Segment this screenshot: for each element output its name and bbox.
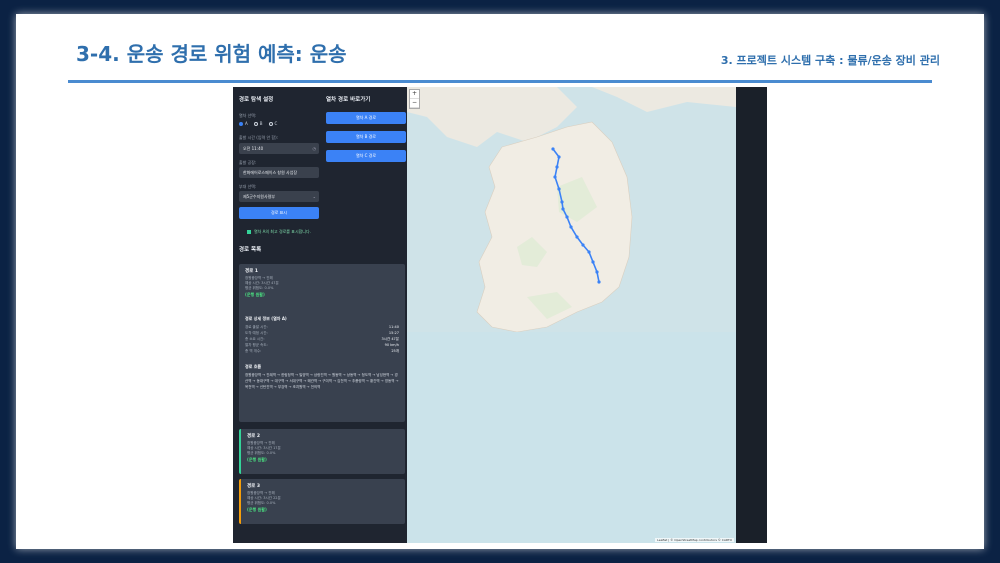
train-radio-group: A B C (239, 121, 277, 126)
route-card-3[interactable]: 경로 3 창원중앙역 → 진해 예상 시간: 3시간 22분 평균 위험도: 0… (239, 479, 405, 524)
clock-icon: ◷ (312, 146, 317, 151)
slide-subtitle: 3. 프로젝트 시스템 구축 : 물류/운송 장비 관리 (720, 54, 940, 67)
detail-key: 총 역 개수: (245, 349, 262, 353)
route-map[interactable]: + − Leaflet | © OpenStreetMap contributo… (407, 87, 736, 543)
unit-label: 부대 선택: (239, 184, 257, 189)
radio-train-c[interactable]: C (268, 121, 278, 126)
route-line: 평균 위험도: 0.0% (247, 501, 276, 505)
route-title: 경로 2 (247, 434, 260, 439)
route-card-1[interactable]: 경로 1 창원중앙역 → 진해 예상 시간: 3시간 47분 평균 위험도: 0… (239, 264, 405, 422)
radio-label: B (259, 121, 263, 126)
settings-heading: 경로 탐색 설정 (239, 97, 274, 103)
map-attribution[interactable]: Leaflet | © OpenStreetMap contributors ©… (655, 538, 734, 542)
slide-title: 3-4. 운송 경로 위험 예측: 운송 (76, 42, 347, 66)
origin-input[interactable]: 한화에어로스페이스 창원 사업장 (239, 167, 319, 178)
time-label: 출발 시간 (입력 안 함): (239, 135, 278, 140)
radio-dot (268, 121, 273, 126)
detail-row: 총 역 개수: 25개 (245, 348, 399, 354)
radio-label: A (245, 121, 248, 126)
detail-value: 25개 (391, 349, 399, 353)
zoom-out-button[interactable]: − (410, 99, 419, 108)
station-flow: 창원중앙역 → 진례역 → 한림정역 → 밀양역 → 삼랑진역 → 원동역 → … (245, 373, 399, 389)
map-zoom-control: + − (409, 89, 420, 109)
map-dark-strip-bottom (736, 528, 767, 543)
slide: 3-4. 운송 경로 위험 예측: 운송 3. 프로젝트 시스템 구축 : 물류… (16, 14, 984, 549)
route-line: 평균 위험도: 0.0% (247, 451, 276, 455)
origin-label: 출발 공장: (239, 160, 257, 165)
quick-route-heading: 열차 경로 바로가기 (326, 97, 371, 103)
zoom-in-button[interactable]: + (410, 90, 419, 99)
route-card-2[interactable]: 경로 2 창원중앙역 → 진해 예상 시간: 3시간 17분 평균 위험도: 0… (239, 429, 405, 474)
status-badge: (운행 원활) (247, 507, 267, 512)
map-tiles (407, 87, 736, 543)
train-a-route-button[interactable]: 열차 A 경로 (326, 112, 406, 124)
time-input[interactable]: 오전 11:40 ◷ (239, 143, 319, 154)
route-title: 경로 1 (245, 269, 258, 274)
radio-train-a[interactable]: A (239, 121, 248, 126)
train-select-label: 열차 선택: (239, 113, 257, 118)
map-dark-strip (736, 87, 767, 332)
route-title: 경로 3 (247, 484, 260, 489)
route-line: 평균 위험도: 0.0% (245, 286, 274, 290)
time-value: 오전 11:40 (243, 146, 264, 151)
unit-select[interactable]: 제5군수지원사령부 ⌄ (239, 191, 319, 202)
status-badge: (운행 원활) (247, 457, 267, 462)
radio-label: C (274, 121, 278, 126)
radio-train-b[interactable]: B (253, 121, 263, 126)
notice-text: 열차 A의 최고 경로를 표시합니다. (254, 229, 311, 234)
radio-dot (239, 121, 243, 126)
check-icon (247, 230, 251, 234)
radio-dot (253, 121, 258, 126)
status-badge: (운행 원활) (245, 292, 265, 297)
origin-value: 한화에어로스페이스 창원 사업장 (243, 170, 298, 175)
train-b-route-button[interactable]: 열차 B 경로 (326, 131, 406, 143)
chevron-down-icon: ⌄ (312, 194, 316, 199)
title-divider (68, 80, 932, 83)
show-route-button[interactable]: 경로 표시 (239, 207, 319, 219)
train-c-route-button[interactable]: 열차 C 경로 (326, 150, 406, 162)
app-screenshot: 경로 탐색 설정 열차 선택: A B C 출발 시간 (입력 안 함): 오전… (233, 87, 767, 543)
route-list-heading: 경로 목록 (239, 247, 262, 253)
stations-heading: 경로 흐름 (245, 364, 262, 369)
unit-value: 제5군수지원사령부 (243, 194, 275, 199)
route-notice: 열차 A의 최고 경로를 표시합니다. (247, 229, 311, 235)
detail-heading: 경로 상세 정보 (열차 A) (245, 316, 287, 321)
